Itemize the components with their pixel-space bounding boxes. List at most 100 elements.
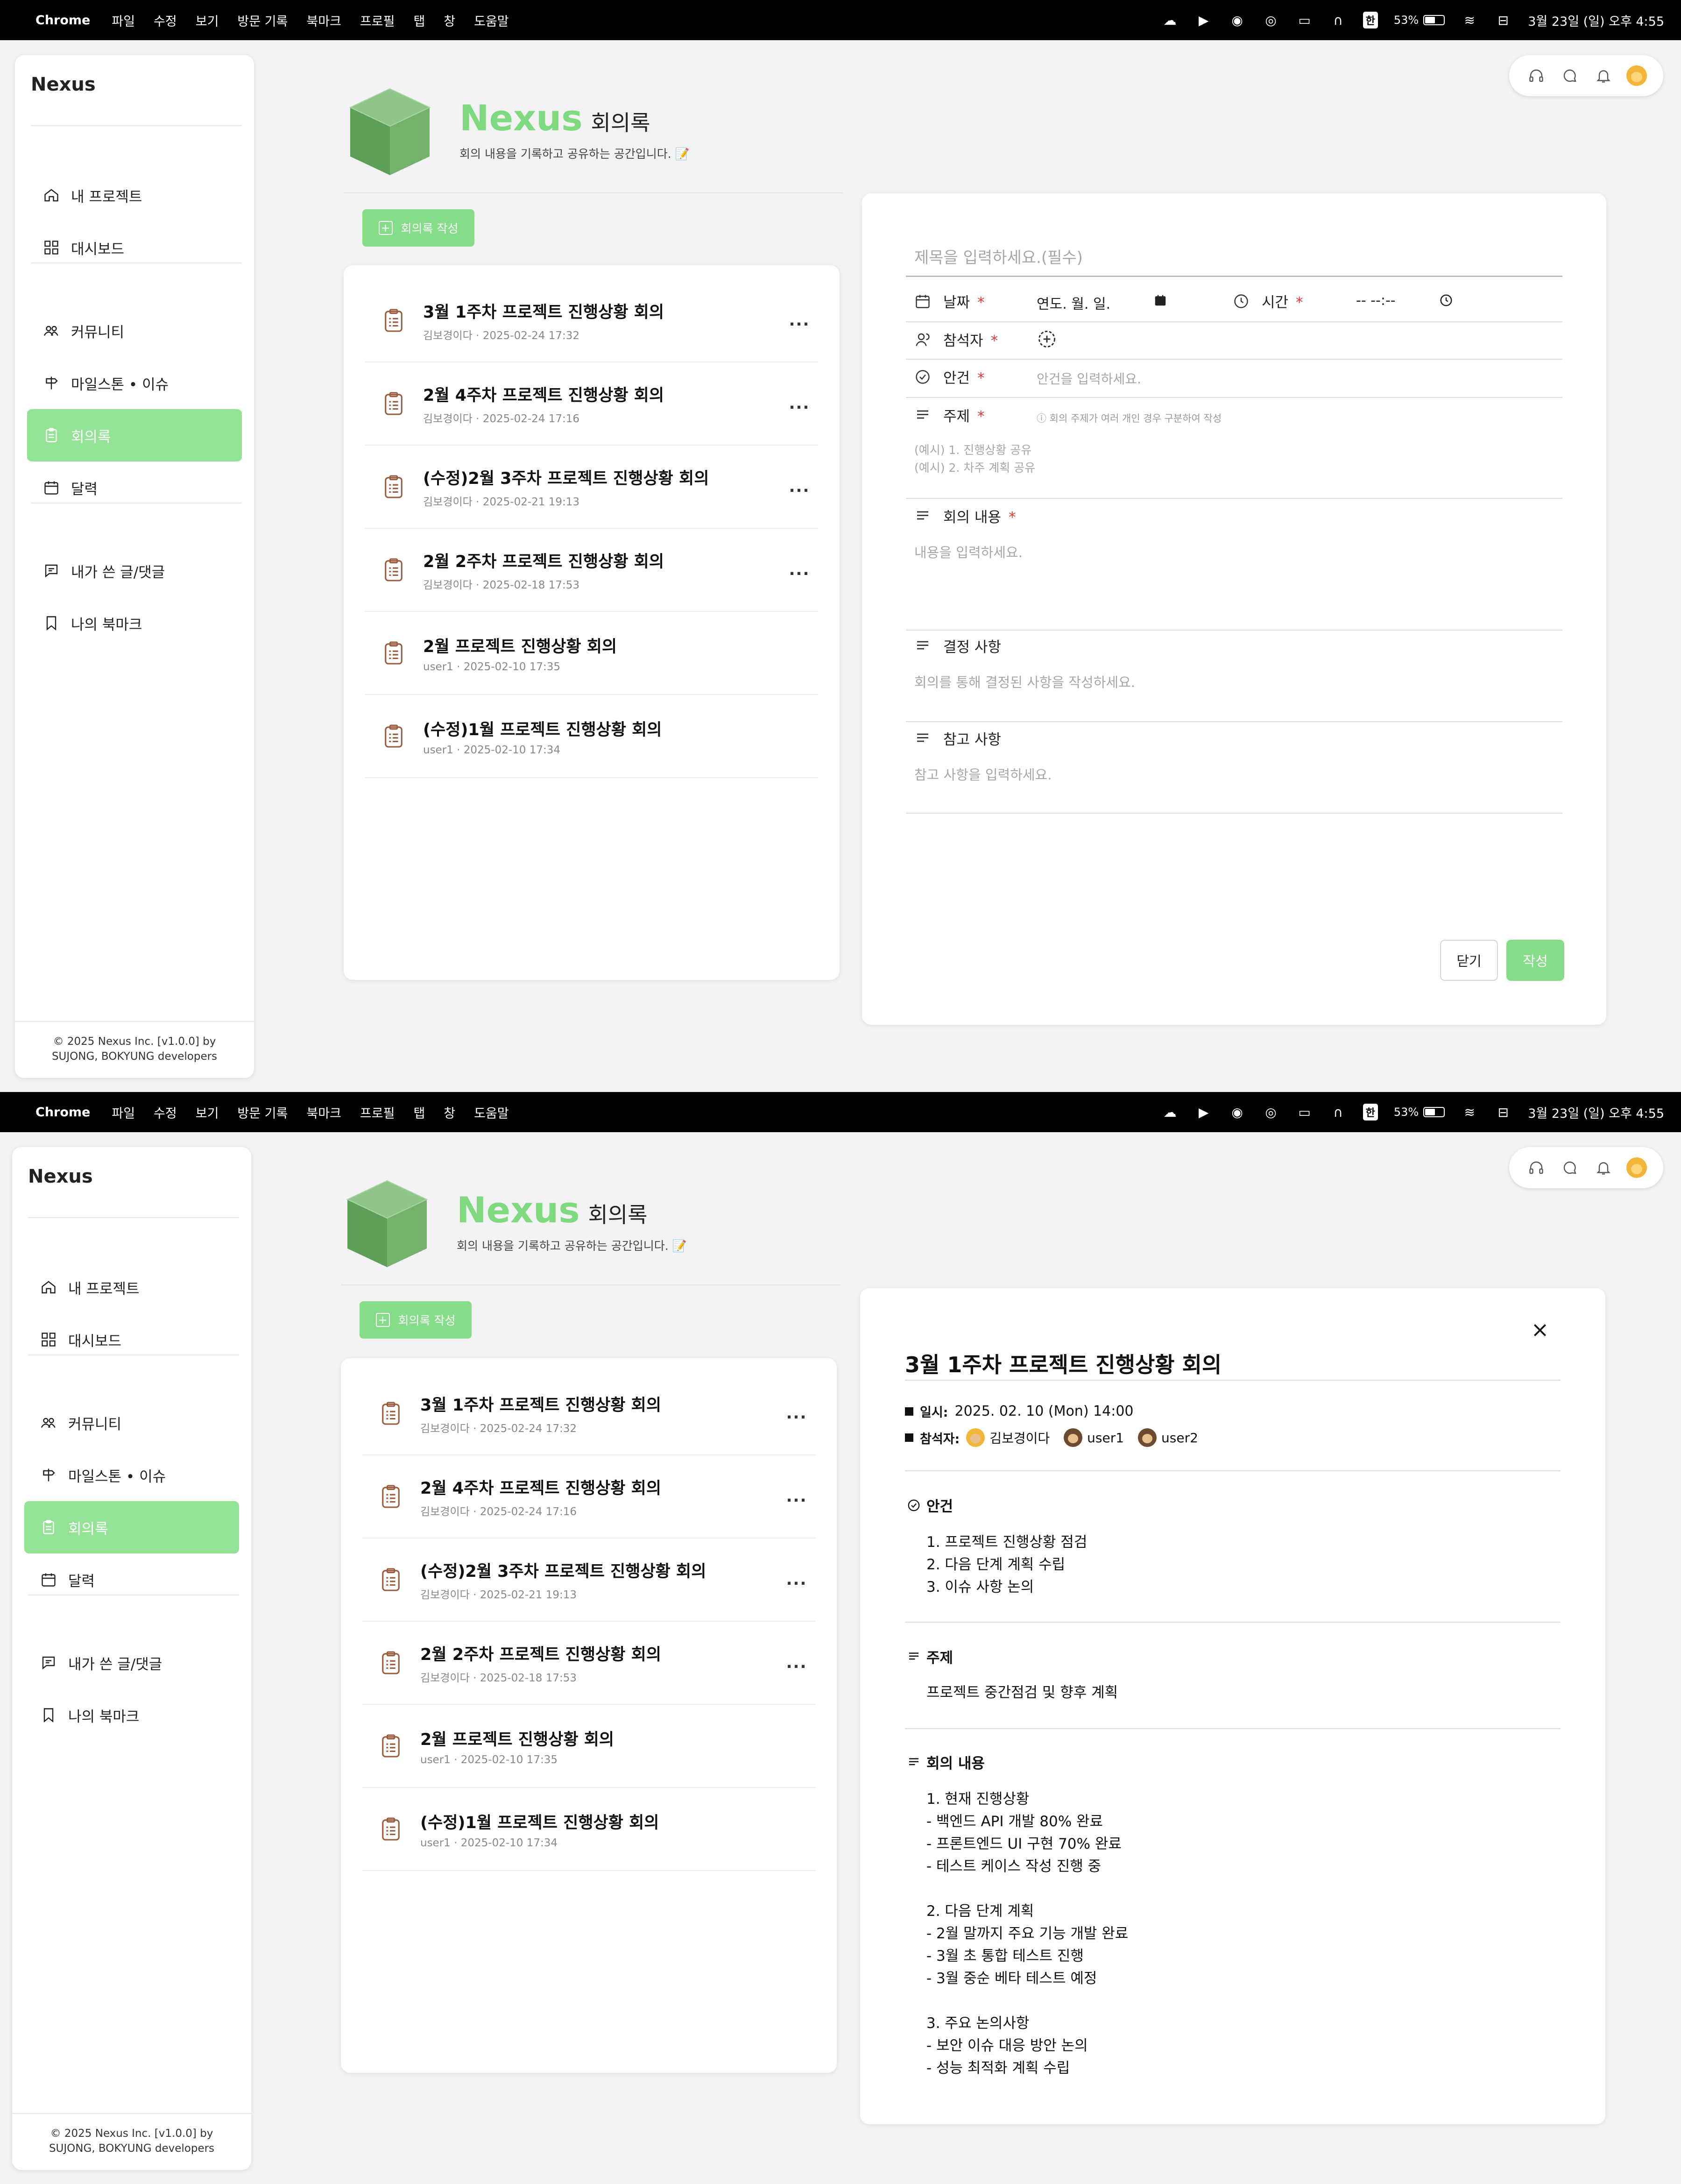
write-meeting-button[interactable]: + 회의록 작성 <box>360 1301 472 1339</box>
display-icon[interactable]: ▭ <box>1296 1105 1314 1120</box>
list-item[interactable]: 2월 2주차 프로젝트 진행상황 회의 김보경이다 · 2025-02-18 1… <box>362 1622 815 1705</box>
attendee[interactable]: user2 <box>1138 1428 1198 1447</box>
menubar-clock[interactable]: 3월 23일 (일) 오후 4:55 <box>1528 11 1664 29</box>
creative-cloud-icon[interactable]: ☁ <box>1161 13 1179 28</box>
notes-input[interactable]: 참고 사항을 입력하세요. <box>914 764 1052 784</box>
wifi-icon[interactable]: ≋ <box>1461 13 1478 28</box>
play-icon[interactable]: ▶ <box>1195 1105 1213 1120</box>
media-icon[interactable]: ◎ <box>1262 1105 1280 1120</box>
menubar-app-name[interactable]: Chrome <box>35 1105 90 1120</box>
list-item[interactable]: (수정)2월 3주차 프로젝트 진행상황 회의 김보경이다 · 2025-02-… <box>365 446 818 529</box>
more-menu-button[interactable]: ... <box>778 1570 815 1589</box>
sidebar-item-dashboard[interactable]: 대시보드 <box>27 221 242 274</box>
agenda-input[interactable]: 안건을 입력하세요. <box>1037 369 1141 388</box>
sidebar-item-bookmarks[interactable]: 나의 북마크 <box>24 1689 239 1741</box>
input-method-icon[interactable]: 한 <box>1363 1104 1378 1120</box>
more-menu-button[interactable]: ... <box>778 1487 815 1506</box>
user-avatar[interactable] <box>1626 1157 1647 1178</box>
submit-button[interactable]: 작성 <box>1506 940 1564 981</box>
more-menu-button[interactable]: ... <box>781 560 818 579</box>
more-menu-button[interactable]: ... <box>781 394 818 413</box>
sidebar-item-meeting-notes[interactable]: 회의록 <box>24 1501 239 1553</box>
headset-icon[interactable] <box>1526 65 1547 86</box>
headset-icon[interactable] <box>1526 1157 1547 1178</box>
sidebar-item-community[interactable]: 커뮤니티 <box>27 305 242 357</box>
menu-edit[interactable]: 수정 <box>154 11 177 29</box>
more-menu-button[interactable]: ... <box>778 1653 815 1672</box>
sidebar-item-my-posts[interactable]: 내가 쓴 글/댓글 <box>24 1637 239 1689</box>
creative-cloud-icon[interactable]: ☁ <box>1161 1105 1179 1120</box>
record-icon[interactable]: ◉ <box>1229 1105 1246 1120</box>
sidebar-item-my-projects[interactable]: 내 프로젝트 <box>27 169 242 221</box>
sidebar-item-meeting-notes[interactable]: 회의록 <box>27 409 242 461</box>
decision-input[interactable]: 회의를 통해 결정된 사항을 작성하세요. <box>914 672 1135 691</box>
menu-edit[interactable]: 수정 <box>154 1103 177 1121</box>
list-item[interactable]: 2월 프로젝트 진행상황 회의 user1 · 2025-02-10 17:35 <box>362 1705 815 1788</box>
input-method-icon[interactable]: 한 <box>1363 12 1378 28</box>
sidebar-brand[interactable]: Nexus <box>31 74 96 95</box>
menu-help[interactable]: 도움말 <box>474 11 509 29</box>
menu-window[interactable]: 창 <box>444 11 455 29</box>
play-icon[interactable]: ▶ <box>1195 13 1213 28</box>
battery-status[interactable]: 53% <box>1394 14 1445 27</box>
menu-file[interactable]: 파일 <box>112 11 135 29</box>
more-menu-button[interactable]: ... <box>781 311 818 330</box>
attendee[interactable]: 김보경이다 <box>966 1428 1050 1447</box>
sidebar-item-dashboard[interactable]: 대시보드 <box>24 1313 239 1366</box>
sidebar-item-milestones[interactable]: 마일스톤 • 이슈 <box>27 357 242 409</box>
list-item[interactable]: 2월 4주차 프로젝트 진행상황 회의 김보경이다 · 2025-02-24 1… <box>362 1455 815 1539</box>
media-icon[interactable]: ◎ <box>1262 13 1280 28</box>
menu-profiles[interactable]: 프로필 <box>360 1103 395 1121</box>
menu-window[interactable]: 창 <box>444 1103 455 1121</box>
time-picker-icon[interactable] <box>1439 293 1453 307</box>
list-item[interactable]: 2월 프로젝트 진행상황 회의 user1 · 2025-02-10 17:35 <box>365 612 818 695</box>
bell-icon[interactable] <box>1593 1157 1614 1178</box>
menu-bookmarks[interactable]: 북마크 <box>306 1103 341 1121</box>
control-center-icon[interactable]: ⊟ <box>1494 13 1512 28</box>
attendee[interactable]: user1 <box>1064 1428 1124 1447</box>
close-button[interactable]: 닫기 <box>1440 940 1498 981</box>
topic-placeholder-line[interactable]: (예시) 2. 차주 계획 공유 <box>914 459 1035 475</box>
sidebar-item-calendar[interactable]: 달력 <box>27 461 242 514</box>
list-item[interactable]: 2월 4주차 프로젝트 진행상황 회의 김보경이다 · 2025-02-24 1… <box>365 362 818 446</box>
sidebar-item-community[interactable]: 커뮤니티 <box>24 1397 239 1449</box>
display-icon[interactable]: ▭ <box>1296 13 1314 28</box>
chat-icon[interactable] <box>1559 65 1581 86</box>
menu-history[interactable]: 방문 기록 <box>237 1103 288 1121</box>
menubar-clock[interactable]: 3월 23일 (일) 오후 4:55 <box>1528 1103 1664 1121</box>
list-item[interactable]: 3월 1주차 프로젝트 진행상황 회의 김보경이다 · 2025-02-24 1… <box>362 1372 815 1455</box>
sidebar-item-my-posts[interactable]: 내가 쓴 글/댓글 <box>27 545 242 597</box>
user-avatar[interactable] <box>1626 65 1647 86</box>
time-input[interactable]: -- --:-- <box>1356 292 1396 309</box>
menu-file[interactable]: 파일 <box>112 1103 135 1121</box>
menubar-app-name[interactable]: Chrome <box>35 13 90 28</box>
menu-view[interactable]: 보기 <box>196 1103 219 1121</box>
sidebar-item-bookmarks[interactable]: 나의 북마크 <box>27 597 242 649</box>
menu-history[interactable]: 방문 기록 <box>237 11 288 29</box>
chat-icon[interactable] <box>1559 1157 1581 1178</box>
list-item[interactable]: (수정)2월 3주차 프로젝트 진행상황 회의 김보경이다 · 2025-02-… <box>362 1539 815 1622</box>
content-input[interactable]: 내용을 입력하세요. <box>914 542 1023 561</box>
list-item[interactable]: 3월 1주차 프로젝트 진행상황 회의 김보경이다 · 2025-02-24 1… <box>365 279 818 362</box>
headphones-icon[interactable]: ∩ <box>1329 13 1347 28</box>
menu-view[interactable]: 보기 <box>196 11 219 29</box>
more-menu-button[interactable]: ... <box>781 477 818 496</box>
record-icon[interactable]: ◉ <box>1229 13 1246 28</box>
sidebar-brand[interactable]: Nexus <box>28 1166 93 1187</box>
menu-tab[interactable]: 탭 <box>413 1103 425 1121</box>
more-menu-button[interactable]: ... <box>778 1404 815 1423</box>
headphones-icon[interactable]: ∩ <box>1329 1105 1347 1120</box>
menu-help[interactable]: 도움말 <box>474 1103 509 1121</box>
menu-tab[interactable]: 탭 <box>413 11 425 29</box>
menu-profiles[interactable]: 프로필 <box>360 11 395 29</box>
list-item[interactable]: (수정)1월 프로젝트 진행상황 회의 user1 · 2025-02-10 1… <box>365 695 818 778</box>
list-item[interactable]: (수정)1월 프로젝트 진행상황 회의 user1 · 2025-02-10 1… <box>362 1788 815 1871</box>
date-picker-icon[interactable] <box>1153 293 1167 307</box>
bell-icon[interactable] <box>1593 65 1614 86</box>
menu-bookmarks[interactable]: 북마크 <box>306 11 341 29</box>
sidebar-item-my-projects[interactable]: 내 프로젝트 <box>24 1261 239 1313</box>
wifi-icon[interactable]: ≋ <box>1461 1105 1478 1120</box>
control-center-icon[interactable]: ⊟ <box>1494 1105 1512 1120</box>
close-detail-button[interactable] <box>1526 1316 1554 1344</box>
date-input[interactable]: 연도. 월. 일. <box>1037 292 1110 313</box>
